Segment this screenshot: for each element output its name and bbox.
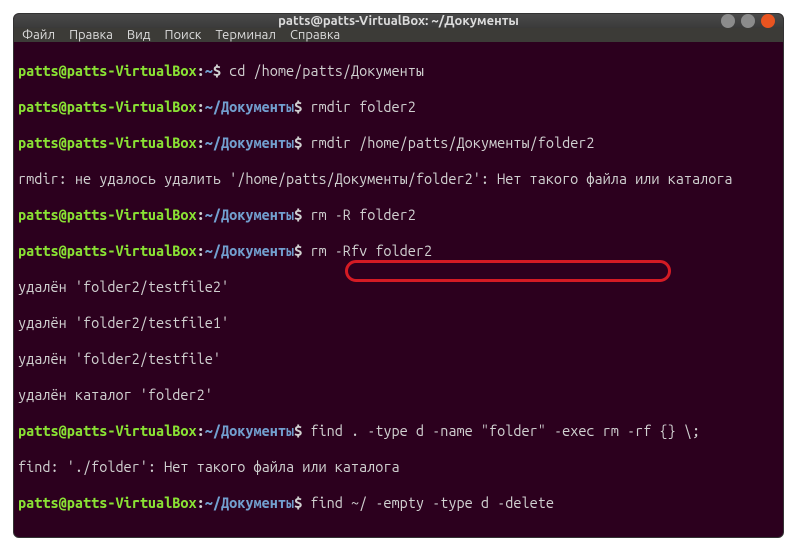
window-controls [721, 14, 775, 28]
terminal-line: patts@patts-VirtualBox:~/Документы$ rm -… [18, 206, 779, 224]
menu-help[interactable]: Справка [290, 28, 340, 42]
terminal-output: rmdir: не удалось удалить '/home/patts/Д… [18, 170, 779, 188]
terminal-output: удалён 'folder2/testfile2' [18, 278, 779, 296]
window-title: patts@patts-VirtualBox: ~/Документы [278, 14, 519, 28]
terminal-output: удалён каталог 'folder2' [18, 386, 779, 404]
prompt-colon: : [197, 62, 205, 79]
terminal-line: patts@patts-VirtualBox:~/Документы$ find… [18, 494, 779, 512]
terminal-line: patts@patts-VirtualBox:~/Документы$ rmdi… [18, 98, 779, 116]
terminal-line: patts@patts-VirtualBox:~/Документы$ rm -… [18, 242, 779, 260]
menu-file[interactable]: Файл [22, 28, 55, 42]
terminal-line: patts@patts-VirtualBox:~/Документы$ rmdi… [18, 134, 779, 152]
maximize-button[interactable] [741, 14, 755, 28]
cmd-find-delete: find ~/ -empty -type d -delete [302, 494, 554, 511]
titlebar: patts@patts-VirtualBox: ~/Документы [14, 14, 783, 28]
menu-view[interactable]: Вид [127, 28, 151, 42]
menu-search[interactable]: Поиск [164, 28, 201, 42]
prompt-user: patts [18, 62, 59, 79]
cmd-rmdir-full: rmdir /home/patts/Документы/folder2 [302, 134, 594, 151]
minimize-button[interactable] [721, 14, 735, 28]
cmd-rm-r: rm -R folder2 [302, 206, 416, 223]
terminal-body[interactable]: patts@patts-VirtualBox:~$ cd /home/patts… [14, 42, 783, 538]
terminal-output: удалён 'folder2/testfile1' [18, 314, 779, 332]
prompt-at: @ [59, 62, 67, 79]
terminal-line: patts@patts-VirtualBox:~$ cd /home/patts… [18, 62, 779, 80]
menu-terminal[interactable]: Терминал [215, 28, 275, 42]
menu-edit[interactable]: Правка [69, 28, 113, 42]
terminal-window: patts@patts-VirtualBox: ~/Документы Файл… [13, 13, 784, 538]
cmd-cd: cd /home/patts/Документы [221, 62, 424, 79]
terminal-output: удалён 'folder2/testfile' [18, 350, 779, 368]
prompt-cwd: ~ [205, 62, 213, 79]
cmd-rm-rfv: rm -Rfv folder2 [302, 242, 432, 259]
cmd-rmdir: rmdir folder2 [302, 98, 416, 115]
menubar: Файл Правка Вид Поиск Терминал Справка [14, 28, 783, 42]
terminal-output: find: './folder': Нет такого файла или к… [18, 458, 779, 476]
terminal-line: patts@patts-VirtualBox:~/Документы$ find… [18, 422, 779, 440]
prompt-host: patts-VirtualBox [67, 62, 197, 79]
cmd-find-exec: find . -type d -name "folder" -exec rm -… [302, 422, 700, 439]
prompt-dollar: $ [213, 62, 221, 79]
close-button[interactable] [761, 14, 775, 28]
